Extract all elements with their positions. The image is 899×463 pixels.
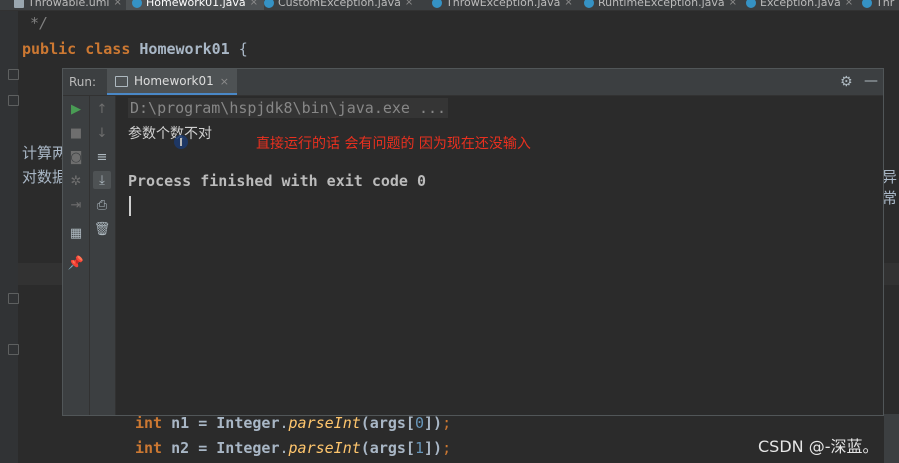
command-line: D:\program\hspjdk8\bin\java.exe ... — [128, 98, 449, 118]
close-icon[interactable]: × — [220, 75, 229, 88]
tab-label: Exception.java — [760, 0, 841, 9]
tab-label: Homework01.java — [146, 0, 246, 9]
tab-throwable-uml[interactable]: Throwable.uml × — [14, 0, 122, 10]
trash-icon[interactable]: 🗑 — [93, 220, 111, 238]
process-finished-text: Process finished with exit code 0 — [128, 172, 427, 190]
run-tab-homework01[interactable]: Homework01 × — [107, 69, 237, 95]
tab-throw-exception[interactable]: ThrowException.java × — [432, 0, 573, 10]
close-icon[interactable]: × — [250, 0, 258, 8]
scrollbar[interactable] — [884, 414, 899, 463]
editor-gutter — [0, 11, 19, 463]
tab-label: Thr — [876, 0, 895, 9]
mouse-cursor-icon — [174, 135, 188, 149]
run-label: Run: — [69, 75, 97, 89]
fold-marker-icon[interactable] — [8, 69, 19, 80]
tab-custom-exception[interactable]: CustomException.java × — [264, 0, 413, 10]
console-icon — [115, 75, 128, 87]
console-output[interactable]: D:\program\hspjdk8\bin\java.exe ... 参数个数… — [116, 96, 883, 415]
close-icon[interactable]: × — [729, 0, 737, 8]
watermark: CSDN @-深蓝。 — [758, 437, 879, 456]
soft-wrap-icon[interactable]: ≡ — [93, 148, 111, 166]
editor-tab-bar: Throwable.uml × Homework01.java × Custom… — [0, 0, 899, 11]
tab-label: RuntimeException.java — [598, 0, 725, 9]
java-class-icon — [132, 0, 142, 8]
code-line-n1: int n1 = Integer.parseInt(args[0]); — [135, 414, 452, 432]
pin-icon[interactable]: 📌 — [67, 254, 85, 272]
comment-fragment-2: 对数据 — [22, 168, 68, 186]
exit-icon[interactable]: ⇥ — [67, 196, 85, 214]
run-header: Run: Homework01 × ⚙ — — [63, 69, 883, 96]
close-icon[interactable]: × — [114, 0, 122, 8]
tab-runtime-exception[interactable]: RuntimeException.java × — [584, 0, 737, 10]
close-icon[interactable]: × — [405, 0, 413, 8]
print-icon[interactable]: ⎙ — [93, 196, 111, 214]
stop-icon[interactable]: ■ — [67, 124, 85, 142]
fold-marker-icon[interactable] — [8, 95, 19, 106]
java-class-icon — [862, 0, 872, 8]
tab-exception[interactable]: Exception.java × — [746, 0, 853, 10]
comment-fragment-1: 计算两 — [22, 144, 68, 162]
tab-homework01[interactable]: Homework01.java × — [126, 0, 265, 10]
tab-label: ThrowException.java — [446, 0, 561, 9]
class-declaration: public class Homework01 { — [22, 40, 248, 58]
down-icon[interactable]: ↓ — [93, 124, 111, 142]
java-class-icon — [746, 0, 756, 8]
java-class-icon — [584, 0, 594, 8]
settings-sub-icon[interactable]: ✲ — [67, 172, 85, 190]
text-caret — [129, 196, 131, 216]
code-line-n2: int n2 = Integer.parseInt(args[1]); — [135, 439, 452, 457]
fold-marker-icon[interactable] — [8, 344, 19, 355]
minimize-icon[interactable]: — — [864, 73, 878, 89]
rerun-icon[interactable]: ▶ — [67, 100, 85, 118]
tab-label: CustomException.java — [278, 0, 401, 9]
run-toolbar: ▶ ■ ◙ ✲ ⇥ ▦ 📌 ↑ ↓ ≡ ⤓ ⎙ 🗑 — [63, 96, 116, 415]
annotation-text: 直接运行的话 会有问题的 因为现在还没输入 — [256, 136, 531, 152]
toolbar-divider — [89, 96, 90, 415]
close-icon[interactable]: × — [564, 0, 572, 8]
uml-file-icon — [14, 0, 24, 8]
error-output: 参数个数不对 — [128, 126, 212, 142]
screenshot-icon[interactable]: ◙ — [67, 148, 85, 166]
run-tab-label: Homework01 — [134, 74, 214, 88]
tab-label: Throwable.uml — [28, 0, 110, 9]
run-tool-window: Run: Homework01 × ⚙ — ▶ ■ ◙ ✲ ⇥ ▦ 📌 ↑ ↓ … — [62, 68, 884, 416]
java-class-icon — [264, 0, 274, 8]
comment-end: */ — [30, 14, 49, 32]
close-icon[interactable]: × — [845, 0, 853, 8]
comment-fragment-right: 异常 — [882, 168, 898, 207]
fold-marker-icon[interactable] — [8, 293, 19, 304]
up-icon[interactable]: ↑ — [93, 100, 111, 118]
tab-overflow[interactable]: Thr — [862, 0, 894, 10]
java-class-icon — [432, 0, 442, 8]
scroll-end-icon[interactable]: ⤓ — [93, 171, 111, 189]
layout-icon[interactable]: ▦ — [67, 224, 85, 242]
gear-icon[interactable]: ⚙ — [840, 74, 853, 90]
